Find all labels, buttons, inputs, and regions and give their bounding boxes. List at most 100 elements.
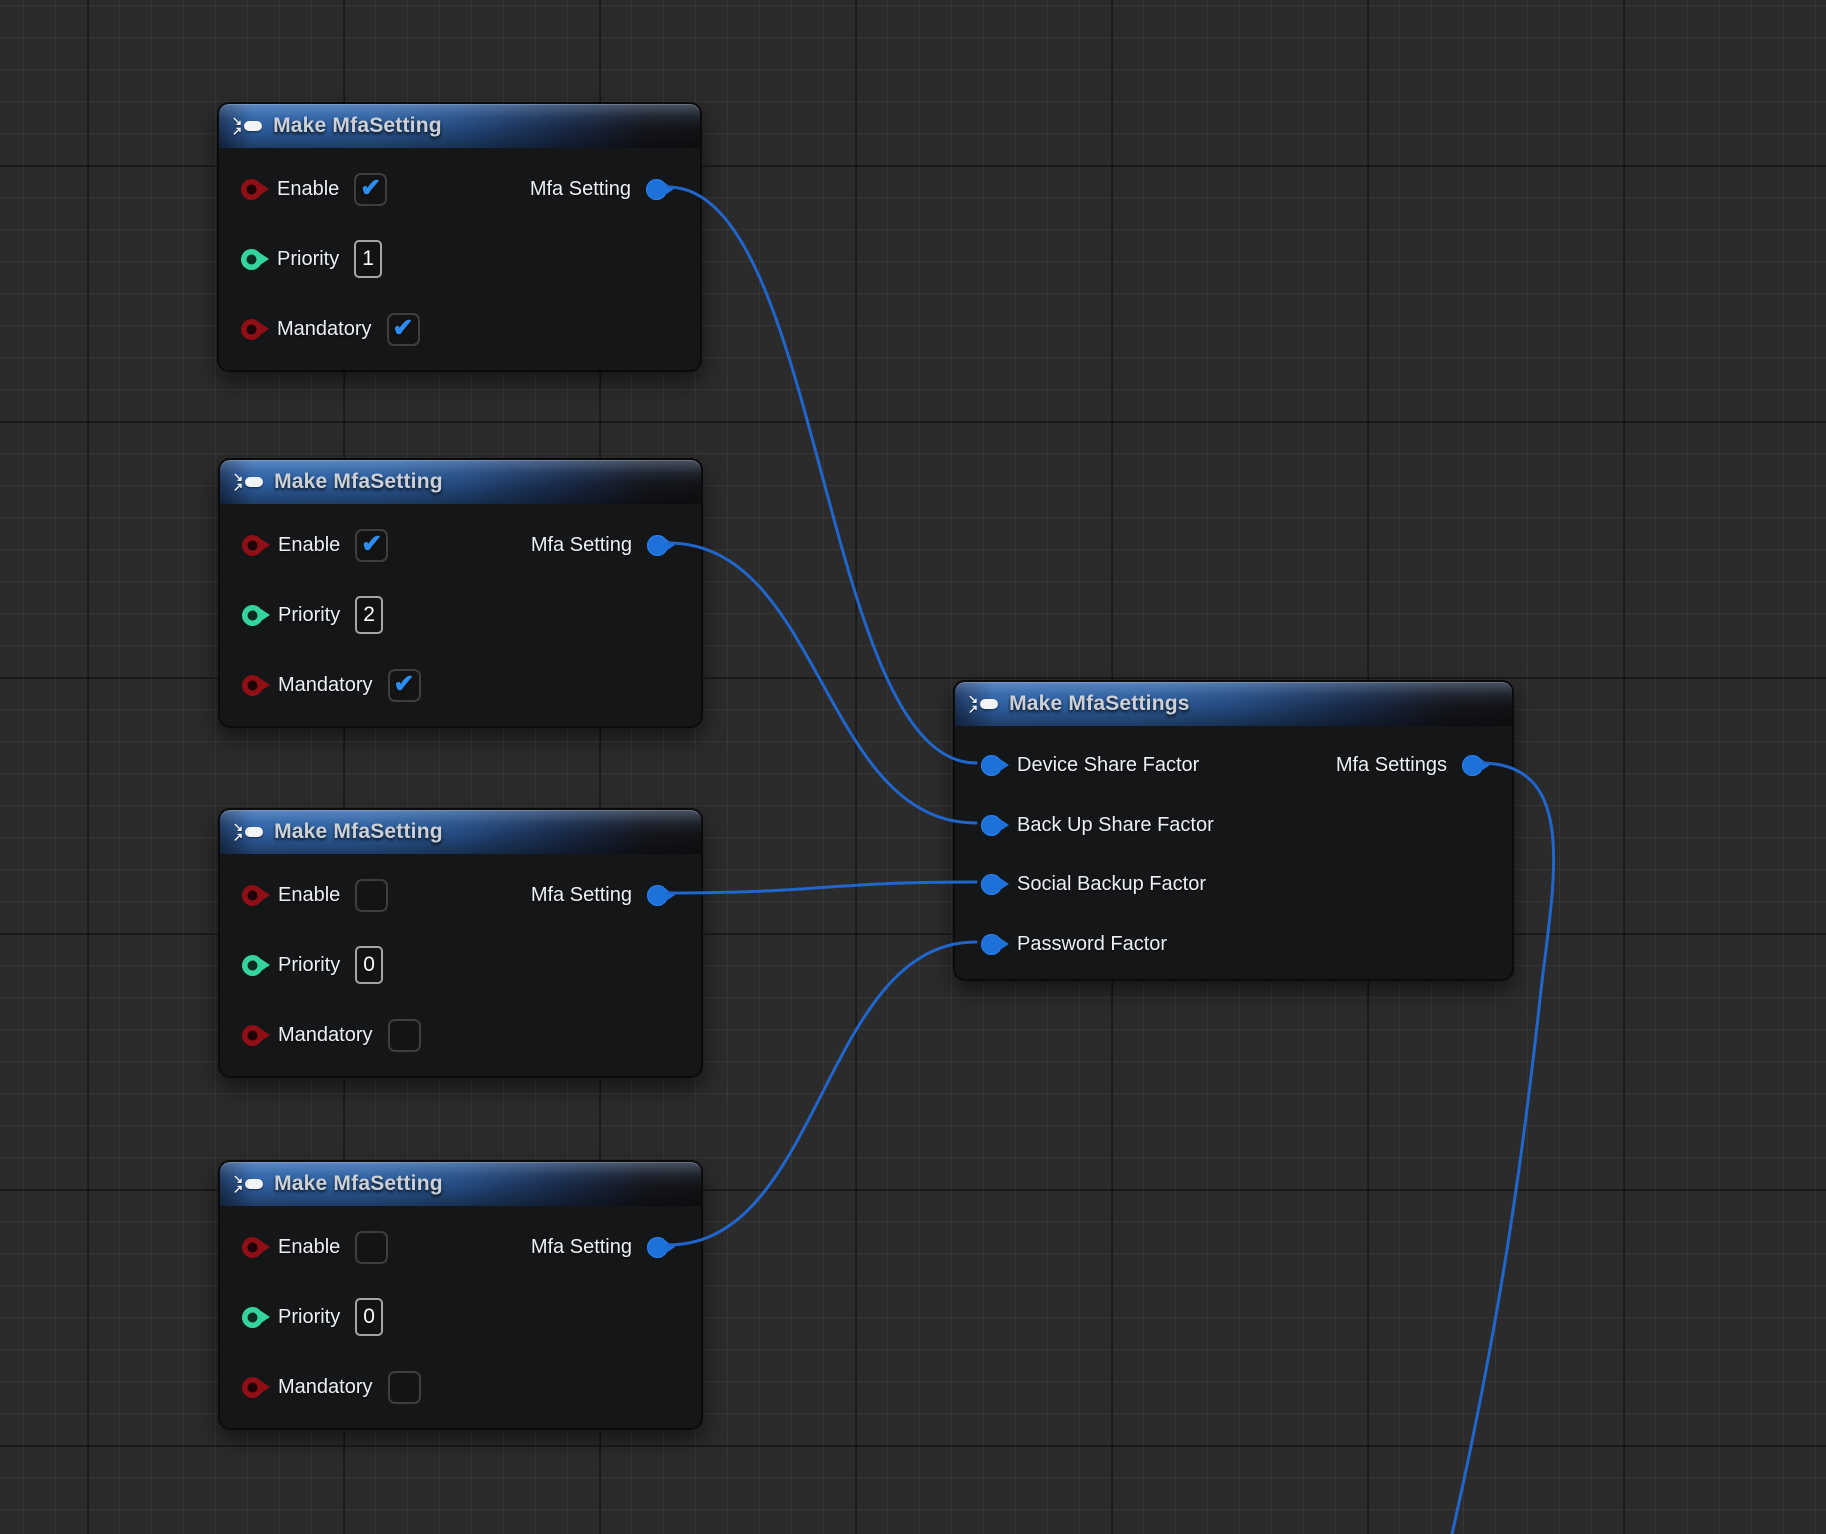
int-pin-icon[interactable] [242,605,263,626]
pin-row-mandatory: Mandatory ✔ [242,650,421,720]
pin-row-priority: Priority 0 [242,930,383,1000]
pin-row-priority: Priority 1 [241,224,382,294]
make-struct-icon: ↘↗ [233,472,263,492]
check-icon: ✔ [360,176,381,201]
wire-setting2-to-backup-share[interactable] [668,543,976,823]
pin-row-enable: Enable ✔ [242,1212,388,1282]
pin-row-mandatory: Mandatory ✔ [242,1352,421,1422]
pin-row-enable: Enable ✔ [242,510,388,580]
struct-pin-icon[interactable] [1462,755,1483,776]
enable-checkbox[interactable]: ✔ [355,879,388,912]
pin-row-output: Mfa Setting [530,154,667,224]
node-header[interactable]: ↘↗ Make MfaSettings [955,682,1512,726]
pin-label: Priority [278,604,340,627]
node-make-mfasetting-4[interactable]: ↘↗ Make MfaSetting Enable ✔ Priority 0 M… [218,1160,703,1430]
priority-value-input[interactable]: 0 [355,946,383,984]
pin-label: Mandatory [278,1024,373,1047]
enable-checkbox[interactable]: ✔ [355,529,388,562]
blueprint-graph-canvas[interactable]: ↘↗ Make MfaSetting Enable ✔ Priority 1 M… [0,0,1826,1534]
pin-label: Back Up Share Factor [1017,814,1214,837]
wire-setting3-to-social-backup[interactable] [668,882,976,893]
pin-row-mandatory: Mandatory ✔ [242,1000,421,1070]
struct-pin-icon[interactable] [647,1237,668,1258]
bool-pin-icon[interactable] [242,675,263,696]
check-icon: ✔ [361,532,382,557]
pin-label: Priority [278,954,340,977]
bool-pin-icon[interactable] [242,1025,263,1046]
node-header[interactable]: ↘↗ Make MfaSetting [220,1162,701,1206]
make-struct-icon: ↘↗ [233,1174,263,1194]
pin-row-output: Mfa Setting [531,510,668,580]
pin-row-device-share-factor: Device Share Factor [981,735,1199,795]
wire-setting4-to-password[interactable] [668,942,976,1245]
bool-pin-icon[interactable] [242,1237,263,1258]
pin-label: Mandatory [278,674,373,697]
struct-pin-icon[interactable] [646,179,667,200]
struct-pin-icon[interactable] [981,874,1002,895]
make-struct-icon: ↘↗ [968,694,998,714]
node-make-mfasetting-3[interactable]: ↘↗ Make MfaSetting Enable ✔ Priority 0 M… [218,808,703,1078]
node-title: Make MfaSetting [274,1172,443,1196]
pin-row-priority: Priority 0 [242,1282,383,1352]
pin-label: Priority [278,1306,340,1329]
pin-label: Mfa Setting [531,534,632,557]
pin-label: Password Factor [1017,933,1167,956]
bool-pin-icon[interactable] [242,885,263,906]
node-make-mfasetting-1[interactable]: ↘↗ Make MfaSetting Enable ✔ Priority 1 M… [217,102,702,372]
node-make-mfasettings[interactable]: ↘↗ Make MfaSettings Device Share Factor … [953,680,1514,981]
pin-label: Mfa Setting [530,178,631,201]
enable-checkbox[interactable]: ✔ [355,1231,388,1264]
enable-checkbox[interactable]: ✔ [354,173,387,206]
struct-pin-icon[interactable] [647,885,668,906]
priority-value-input[interactable]: 2 [355,596,383,634]
priority-value-input[interactable]: 1 [354,240,382,278]
pin-row-output: Mfa Setting [531,1212,668,1282]
pin-label: Mfa Setting [531,884,632,907]
int-pin-icon[interactable] [242,1307,263,1328]
pin-label: Mfa Settings [1336,754,1447,777]
node-header[interactable]: ↘↗ Make MfaSetting [220,460,701,504]
mandatory-checkbox[interactable]: ✔ [387,313,420,346]
pin-label: Mandatory [277,318,372,341]
pin-label: Social Backup Factor [1017,873,1206,896]
node-title: Make MfaSetting [274,820,443,844]
pin-label: Mfa Setting [531,1236,632,1259]
pin-row-mandatory: Mandatory ✔ [241,294,420,364]
node-title: Make MfaSettings [1009,692,1190,716]
make-struct-icon: ↘↗ [233,822,263,842]
mandatory-checkbox[interactable]: ✔ [388,1019,421,1052]
pin-row-priority: Priority 2 [242,580,383,650]
node-make-mfasetting-2[interactable]: ↘↗ Make MfaSetting Enable ✔ Priority 2 M… [218,458,703,728]
pin-label: Priority [277,248,339,271]
mandatory-checkbox[interactable]: ✔ [388,669,421,702]
pin-label: Enable [278,884,340,907]
node-header[interactable]: ↘↗ Make MfaSetting [219,104,700,148]
struct-pin-icon[interactable] [647,535,668,556]
pin-row-enable: Enable ✔ [242,860,388,930]
bool-pin-icon[interactable] [242,535,263,556]
pin-row-output: Mfa Settings [1336,735,1483,795]
pin-row-social-backup-factor: Social Backup Factor [981,854,1206,914]
pin-label: Enable [278,534,340,557]
pin-label: Enable [277,178,339,201]
node-title: Make MfaSetting [273,114,442,138]
struct-pin-icon[interactable] [981,755,1002,776]
pin-row-output: Mfa Setting [531,860,668,930]
int-pin-icon[interactable] [241,249,262,270]
node-header[interactable]: ↘↗ Make MfaSetting [220,810,701,854]
check-icon: ✔ [394,672,415,697]
pin-label: Mandatory [278,1376,373,1399]
make-struct-icon: ↘↗ [232,116,262,136]
pin-row-back-up-share-factor: Back Up Share Factor [981,795,1214,855]
node-title: Make MfaSetting [274,470,443,494]
wire-setting1-to-device-share[interactable] [668,187,976,763]
struct-pin-icon[interactable] [981,815,1002,836]
bool-pin-icon[interactable] [241,319,262,340]
bool-pin-icon[interactable] [242,1377,263,1398]
mandatory-checkbox[interactable]: ✔ [388,1371,421,1404]
bool-pin-icon[interactable] [241,179,262,200]
priority-value-input[interactable]: 0 [355,1298,383,1336]
check-icon: ✔ [393,316,414,341]
struct-pin-icon[interactable] [981,934,1002,955]
int-pin-icon[interactable] [242,955,263,976]
